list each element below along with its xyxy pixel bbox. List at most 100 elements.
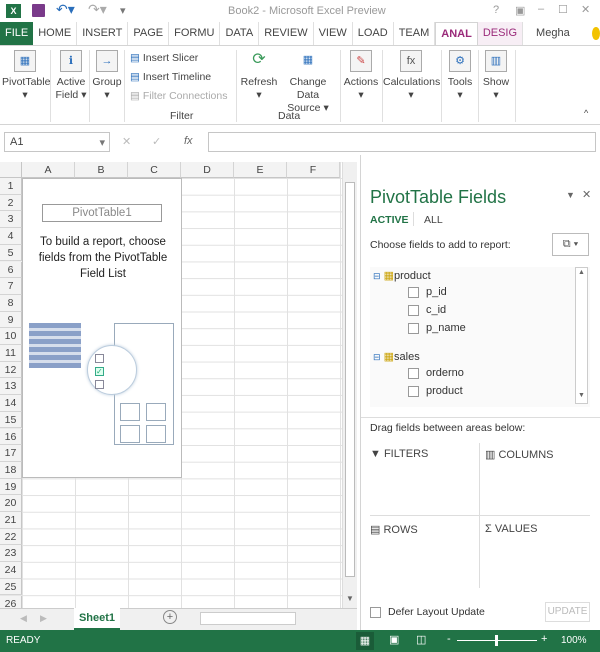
pane-options-icon[interactable]: ▼	[566, 190, 575, 200]
tab-analyze[interactable]: ANAL	[435, 22, 478, 45]
tab-team[interactable]: TEAM	[394, 22, 436, 45]
row-header-10[interactable]: 10	[0, 328, 22, 345]
zoom-slider[interactable]	[457, 635, 537, 646]
row-header-8[interactable]: 8	[0, 294, 22, 312]
close-icon[interactable]: ✕	[581, 3, 590, 16]
help-icon[interactable]: ?	[493, 4, 499, 16]
calculations-button[interactable]: fx Calculations ▾	[383, 50, 440, 102]
zoom-out-icon[interactable]: -	[447, 633, 451, 645]
page-break-view-icon[interactable]: ◫	[416, 633, 426, 646]
field-checkbox[interactable]	[408, 385, 419, 397]
field-list-scrollbar[interactable]: ▲ ▼	[575, 267, 588, 404]
row-header-25[interactable]: 25	[0, 578, 22, 596]
column-header-B[interactable]: B	[75, 162, 128, 178]
vertical-scrollbar[interactable]: ▼	[342, 162, 357, 608]
row-header-23[interactable]: 23	[0, 545, 22, 563]
insert-function-icon[interactable]: fx	[184, 135, 193, 147]
tab-home[interactable]: HOME	[33, 22, 78, 45]
customize-qat-icon[interactable]: ▾	[120, 4, 126, 17]
row-header-1[interactable]: 1	[0, 178, 22, 195]
row-header-11[interactable]: 11	[0, 345, 22, 362]
tab-active[interactable]: ACTIVE	[370, 214, 409, 226]
row-header-24[interactable]: 24	[0, 562, 22, 579]
field-p_id[interactable]: p_id	[408, 286, 447, 298]
row-header-14[interactable]: 14	[0, 395, 22, 412]
row-header-13[interactable]: 13	[0, 378, 22, 396]
field-checkbox[interactable]	[408, 304, 419, 316]
refresh-button[interactable]: ⟳ Refresh ▾	[240, 50, 278, 102]
enter-icon[interactable]: ✓	[152, 135, 161, 148]
column-header-C[interactable]: C	[128, 162, 181, 178]
tab-design[interactable]: DESIG	[477, 22, 524, 45]
smiley-icon[interactable]	[592, 27, 600, 40]
tab-formulas[interactable]: FORMU	[169, 22, 221, 45]
defer-layout-checkbox[interactable]: Defer Layout Update	[370, 606, 485, 618]
values-area[interactable]: Σ VALUES	[485, 523, 590, 585]
tab-insert[interactable]: INSERT	[77, 22, 129, 45]
row-header-20[interactable]: 20	[0, 495, 22, 512]
zoom-in-icon[interactable]: +	[541, 633, 547, 645]
formula-input[interactable]	[208, 132, 596, 152]
tab-view[interactable]: VIEW	[314, 22, 353, 45]
tab-file[interactable]: FILE	[0, 22, 34, 45]
field-checkbox[interactable]	[408, 322, 419, 334]
user-account[interactable]: Megha G... ▾	[531, 22, 578, 62]
undo-icon[interactable]: ↶▾	[56, 1, 75, 18]
tools-button[interactable]: ⚙ Tools ▾	[444, 50, 476, 102]
next-sheet-icon[interactable]: ▶	[40, 613, 47, 624]
page-layout-view-icon[interactable]: ▣	[389, 633, 399, 646]
prev-sheet-icon[interactable]: ◀	[20, 613, 27, 624]
row-header-2[interactable]: 2	[0, 194, 22, 212]
name-box[interactable]: A1 ▾	[4, 132, 110, 152]
collapse-ribbon-icon[interactable]: ^	[584, 108, 588, 118]
change-data-source-button[interactable]: ▦ Change Data Source ▾	[278, 50, 338, 115]
row-header-12[interactable]: 12	[0, 361, 22, 379]
field-checkbox[interactable]	[408, 286, 419, 298]
normal-view-icon[interactable]: ▦	[356, 632, 374, 650]
row-header-19[interactable]: 19	[0, 478, 22, 496]
tab-all[interactable]: ALL	[424, 214, 443, 226]
column-header-E[interactable]: E	[234, 162, 287, 178]
row-header-3[interactable]: 3	[0, 211, 22, 229]
maximize-icon[interactable]: ☐	[558, 3, 568, 16]
tab-page-layout[interactable]: PAGE L	[128, 22, 170, 62]
row-header-15[interactable]: 15	[0, 411, 22, 429]
zoom-level[interactable]: 100%	[561, 635, 587, 646]
layout-tools-button[interactable]: ⧉ ▾	[552, 233, 589, 256]
row-header-21[interactable]: 21	[0, 512, 22, 529]
column-header-A[interactable]: A	[22, 162, 75, 178]
row-header-17[interactable]: 17	[0, 445, 22, 462]
tab-data[interactable]: DATA	[220, 22, 260, 45]
row-header-16[interactable]: 16	[0, 428, 22, 446]
row-header-18[interactable]: 18	[0, 461, 22, 479]
pane-close-icon[interactable]: ✕	[582, 188, 591, 201]
column-header-F[interactable]: F	[287, 162, 340, 178]
field-checkbox[interactable]	[408, 367, 419, 379]
insert-slicer-button[interactable]: ▤ Insert Slicer	[130, 52, 198, 65]
row-header-9[interactable]: 9	[0, 311, 22, 329]
columns-area[interactable]: ▥ COLUMNS	[485, 448, 590, 510]
field-c_id[interactable]: c_id	[408, 304, 446, 316]
row-header-22[interactable]: 22	[0, 528, 22, 546]
new-sheet-icon[interactable]: +	[163, 610, 177, 624]
collapse-icon[interactable]: ⊟	[373, 271, 381, 281]
rows-area[interactable]: ▤ ROWS	[370, 523, 475, 585]
column-header-D[interactable]: D	[181, 162, 234, 178]
field-product[interactable]: product	[408, 385, 463, 397]
row-header-7[interactable]: 7	[0, 278, 22, 295]
actions-button[interactable]: ✎ Actions ▾	[342, 50, 380, 102]
field-orderno[interactable]: orderno	[408, 367, 464, 379]
save-icon[interactable]	[32, 4, 45, 17]
show-button[interactable]: ▥ Show ▾	[480, 50, 512, 102]
horizontal-scrollbar[interactable]	[200, 612, 296, 625]
pivottable-button[interactable]: ▦ PivotTable ▾	[2, 50, 50, 102]
tab-review[interactable]: REVIEW	[259, 22, 314, 45]
insert-timeline-button[interactable]: ▤ Insert Timeline	[130, 71, 211, 84]
collapse-icon[interactable]: ⊟	[373, 352, 381, 362]
cancel-icon[interactable]: ✕	[122, 135, 131, 148]
select-all[interactable]	[0, 162, 22, 178]
filters-area[interactable]: ▼ FILTERS	[370, 448, 475, 510]
group-button[interactable]: → Group ▾	[91, 50, 123, 102]
scroll-down-icon[interactable]: ▼	[346, 594, 354, 603]
row-header-6[interactable]: 6	[0, 261, 22, 279]
